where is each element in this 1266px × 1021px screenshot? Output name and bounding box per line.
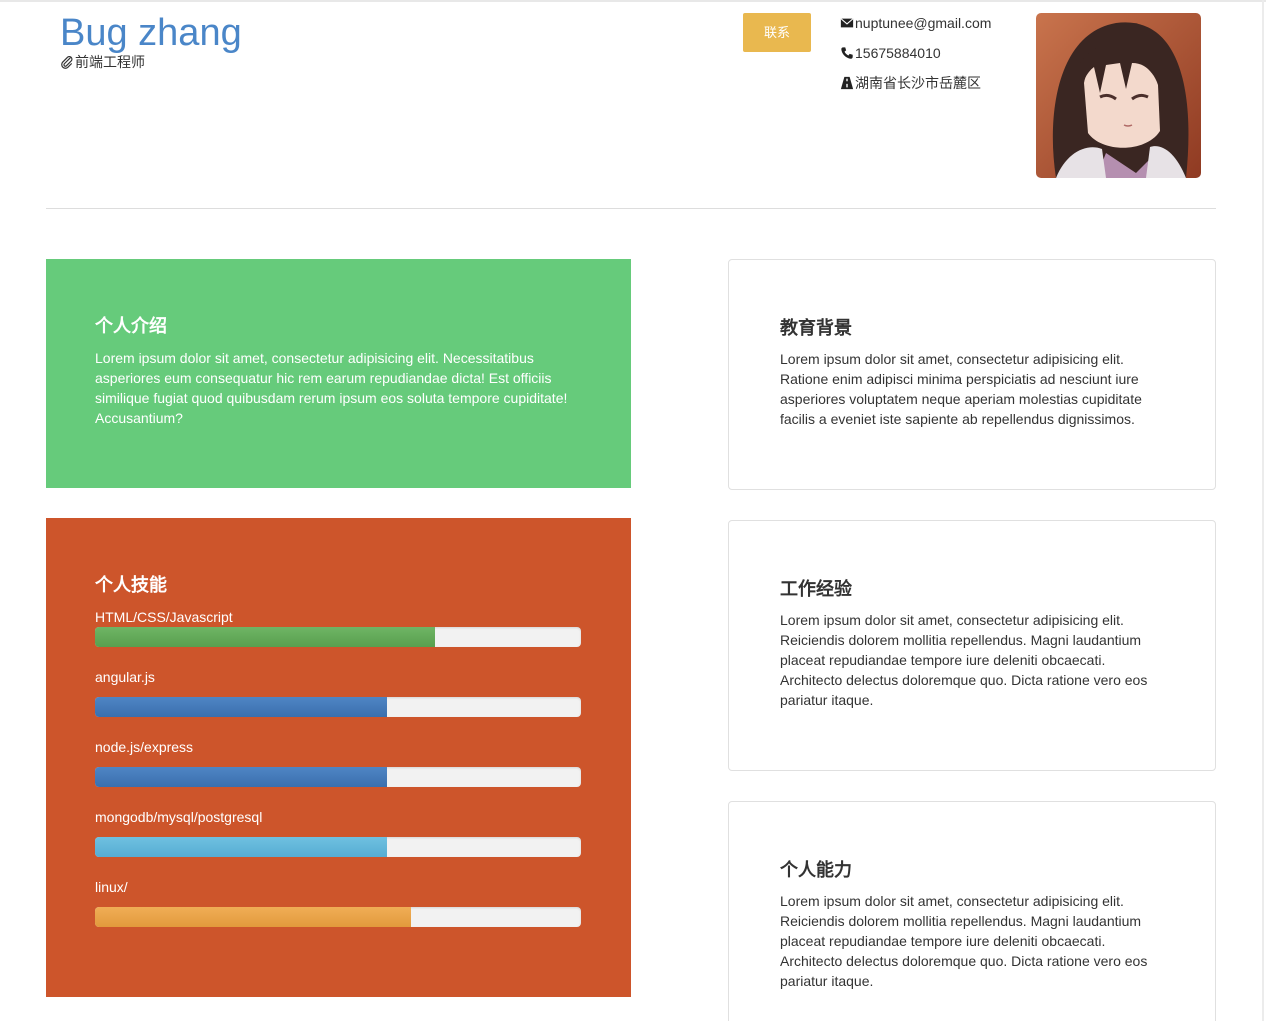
header-divider	[46, 208, 1216, 209]
phone-icon	[841, 47, 853, 59]
skill-progress-fill	[95, 767, 387, 787]
education-title: 教育背景	[780, 318, 852, 339]
skill-label: mongodb/mysql/postgresql	[95, 809, 263, 825]
skill-progress-bar	[95, 697, 581, 717]
email-row: nuptunee@gmail.com	[840, 13, 991, 33]
address-text: 湖南省长沙市岳麓区	[855, 75, 981, 91]
skill-progress-bar	[95, 627, 581, 647]
skill-label: angular.js	[95, 669, 155, 685]
person-name: Bug zhang	[60, 12, 242, 54]
education-card: 教育背景 Lorem ipsum dolor sit amet, consect…	[728, 259, 1216, 490]
road-icon	[840, 76, 854, 90]
education-text: Lorem ipsum dolor sit amet, consectetur …	[780, 351, 1142, 427]
job-title: 前端工程师	[60, 52, 145, 72]
work-card: 工作经验 Lorem ipsum dolor sit amet, consect…	[728, 520, 1216, 771]
skill-progress-bar	[95, 907, 581, 927]
skill-progress-fill	[95, 907, 411, 927]
skills-panel: 个人技能 HTML/CSS/Javascript angular.js node…	[46, 518, 631, 997]
work-title: 工作经验	[780, 579, 852, 600]
paperclip-icon	[61, 56, 73, 69]
phone-text: 15675884010	[855, 45, 941, 61]
skill-label: linux/	[95, 879, 128, 895]
ability-card: 个人能力 Lorem ipsum dolor sit amet, consect…	[728, 801, 1216, 1021]
work-text: Lorem ipsum dolor sit amet, consectetur …	[780, 612, 1148, 708]
scrollbar-track[interactable]	[1262, 0, 1264, 1021]
contact-button[interactable]: 联系	[743, 13, 811, 52]
skill-progress-fill	[95, 627, 436, 647]
avatar-image	[1036, 13, 1201, 178]
ability-text: Lorem ipsum dolor sit amet, consectetur …	[780, 893, 1148, 989]
skills-title: 个人技能	[95, 575, 167, 596]
address-row: 湖南省长沙市岳麓区	[840, 73, 981, 93]
top-border	[0, 0, 1266, 2]
skill-label: node.js/express	[95, 739, 194, 755]
intro-text: Lorem ipsum dolor sit amet, consectetur …	[95, 350, 568, 426]
skill-progress-fill	[95, 697, 387, 717]
email-text: nuptunee@gmail.com	[855, 15, 992, 31]
resume-page: Bug zhang 前端工程师 联系 nuptunee@gmail.com 15…	[0, 0, 1266, 1021]
phone-row: 15675884010	[840, 43, 941, 63]
intro-panel: 个人介绍 Lorem ipsum dolor sit amet, consect…	[46, 259, 631, 488]
envelope-icon	[840, 18, 854, 28]
ability-title: 个人能力	[780, 860, 852, 881]
job-title-text: 前端工程师	[75, 54, 145, 70]
intro-title: 个人介绍	[95, 316, 167, 337]
skill-progress-bar	[95, 767, 581, 787]
skill-progress-fill	[95, 837, 387, 857]
avatar	[1036, 13, 1201, 178]
skill-label: HTML/CSS/Javascript	[95, 609, 233, 625]
skill-progress-bar	[95, 837, 581, 857]
